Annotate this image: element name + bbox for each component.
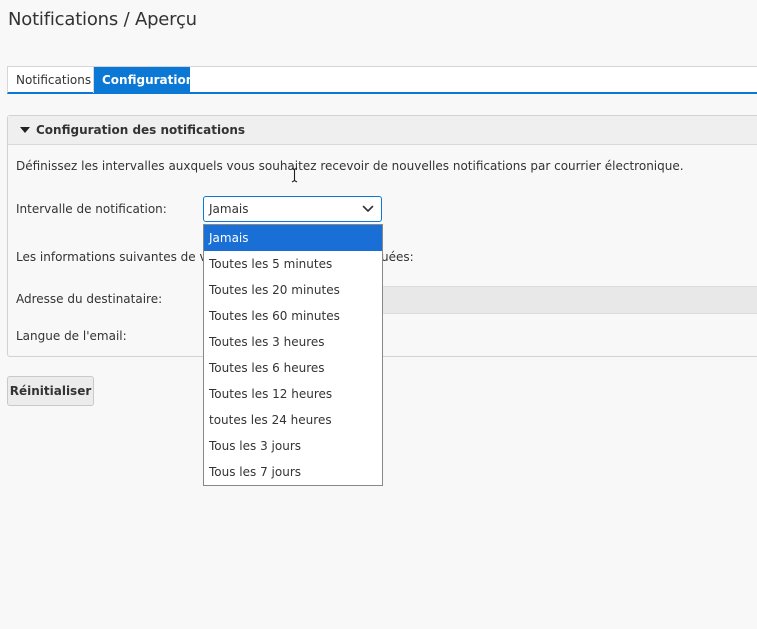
recipient-address-field <box>382 286 757 314</box>
email-language-label: Langue de l'email: <box>16 329 127 343</box>
recipient-address-label: Adresse du destinataire: <box>16 292 163 306</box>
collapse-caret-icon[interactable] <box>20 127 30 133</box>
interval-option-5-minutes[interactable]: Toutes les 5 minutes <box>204 251 382 277</box>
info-text-start: Les informations suivantes de vot <box>16 250 219 264</box>
panel-title: Configuration des notifications <box>36 123 246 137</box>
interval-select-value: Jamais <box>209 202 249 216</box>
interval-option-3-hours[interactable]: Toutes les 3 heures <box>204 329 382 355</box>
interval-dropdown-list: Jamais Toutes les 5 minutes Toutes les 2… <box>203 224 383 486</box>
interval-option-20-minutes[interactable]: Toutes les 20 minutes <box>204 277 382 303</box>
interval-label: Intervalle de notification: <box>16 202 167 216</box>
panel-description: Définissez les intervalles auxquels vous… <box>16 159 684 173</box>
interval-select[interactable]: Jamais <box>203 196 382 222</box>
info-text-end: uées: <box>381 250 414 264</box>
interval-option-12-hours[interactable]: Toutes les 12 heures <box>204 381 382 407</box>
interval-option-7-days[interactable]: Tous les 7 jours <box>204 459 382 485</box>
interval-option-3-days[interactable]: Tous les 3 jours <box>204 433 382 459</box>
interval-option-jamais[interactable]: Jamais <box>204 225 382 251</box>
panel-header[interactable]: Configuration des notifications <box>8 116 757 145</box>
interval-option-6-hours[interactable]: Toutes les 6 heures <box>204 355 382 381</box>
tab-notifications[interactable]: Notifications <box>8 67 94 93</box>
tab-configuration[interactable]: Configuration <box>94 67 194 93</box>
interval-option-24-hours[interactable]: toutes les 24 heures <box>204 407 382 433</box>
interval-option-60-minutes[interactable]: Toutes les 60 minutes <box>204 303 382 329</box>
tab-bar: Notifications Configuration <box>7 66 757 94</box>
page-title: Notifications / Aperçu <box>8 9 197 30</box>
chevron-down-icon <box>362 205 374 212</box>
text-cursor-icon <box>291 167 298 183</box>
reset-button[interactable]: Réinitialiser <box>7 376 94 406</box>
